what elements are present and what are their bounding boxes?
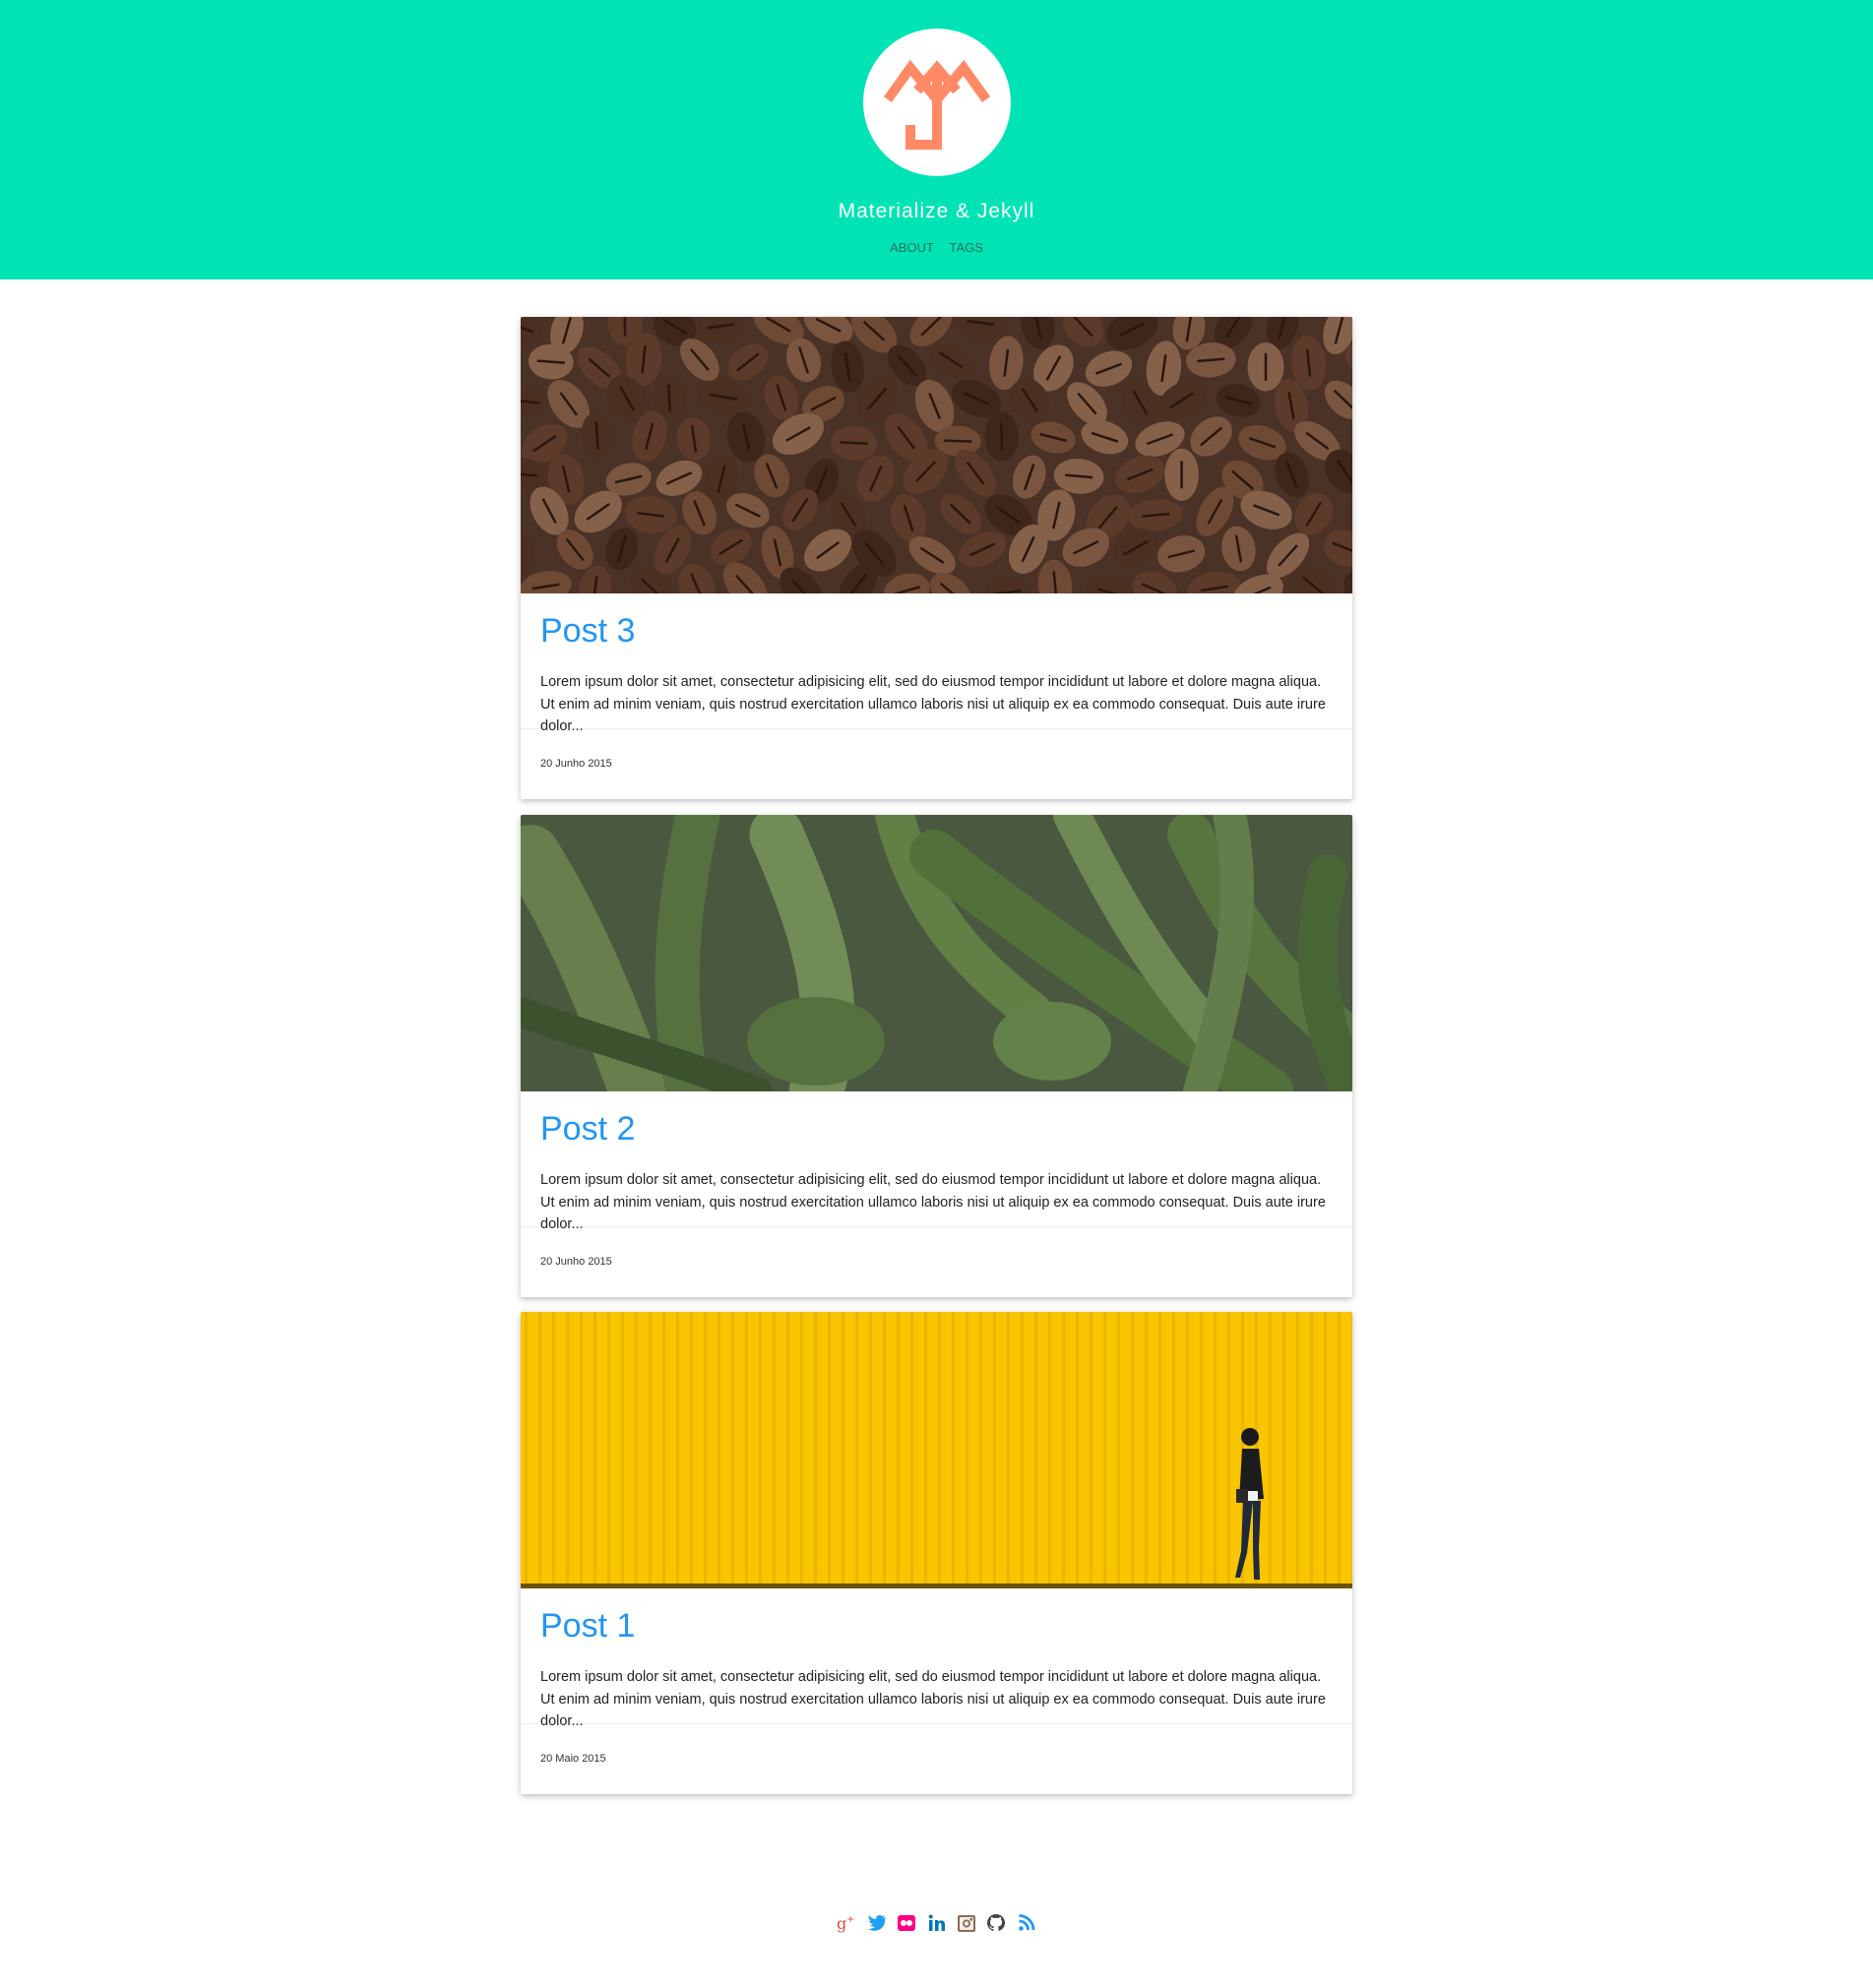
post-card-action: 20 Junho 2015	[521, 1226, 1352, 1297]
post-image[interactable]	[521, 815, 1352, 1091]
post-title-link[interactable]: Post 1	[540, 1607, 635, 1646]
svg-text:+: +	[846, 1914, 854, 1925]
post-card: Post 3 Lorem ipsum dolor sit amet, conse…	[521, 317, 1352, 799]
svg-text:g: g	[837, 1914, 846, 1933]
post-card-action: 20 Junho 2015	[521, 728, 1352, 799]
google-plus-icon[interactable]: g +	[837, 1912, 856, 1934]
nav-tags-link[interactable]: TAGS	[949, 240, 982, 255]
main-nav: ABOUT TAGS	[0, 240, 1873, 255]
post-date: 20 Junho 2015	[540, 1256, 612, 1268]
social-links: g +	[0, 1912, 1873, 1934]
rss-icon[interactable]	[1017, 1912, 1036, 1934]
site-header: Materialize & Jekyll ABOUT TAGS	[0, 0, 1873, 280]
linkedin-icon[interactable]	[927, 1912, 947, 1934]
instagram-icon[interactable]	[957, 1912, 976, 1934]
post-title-link[interactable]: Post 2	[540, 1110, 635, 1149]
yellow-wall-woman-photo	[521, 1312, 1352, 1588]
green-okra-photo	[521, 815, 1352, 1091]
post-image[interactable]	[521, 1312, 1352, 1588]
post-title-link[interactable]: Post 3	[540, 612, 635, 651]
site-logo[interactable]	[863, 29, 1011, 176]
nav-about-link[interactable]: ABOUT	[890, 240, 934, 255]
flickr-icon[interactable]	[897, 1912, 916, 1934]
site-title[interactable]: Materialize & Jekyll	[0, 200, 1873, 223]
coffee-beans-photo	[521, 317, 1352, 593]
post-date: 20 Maio 2015	[540, 1753, 606, 1765]
github-icon[interactable]	[986, 1912, 1006, 1934]
post-image[interactable]	[521, 317, 1352, 593]
post-card-action: 20 Maio 2015	[521, 1723, 1352, 1794]
post-card: Post 1 Lorem ipsum dolor sit amet, conse…	[521, 1312, 1352, 1794]
post-date: 20 Junho 2015	[540, 758, 612, 770]
post-card: Post 2 Lorem ipsum dolor sit amet, conse…	[521, 815, 1352, 1297]
mj-logo-icon	[883, 59, 991, 150]
twitter-icon[interactable]	[867, 1912, 887, 1934]
